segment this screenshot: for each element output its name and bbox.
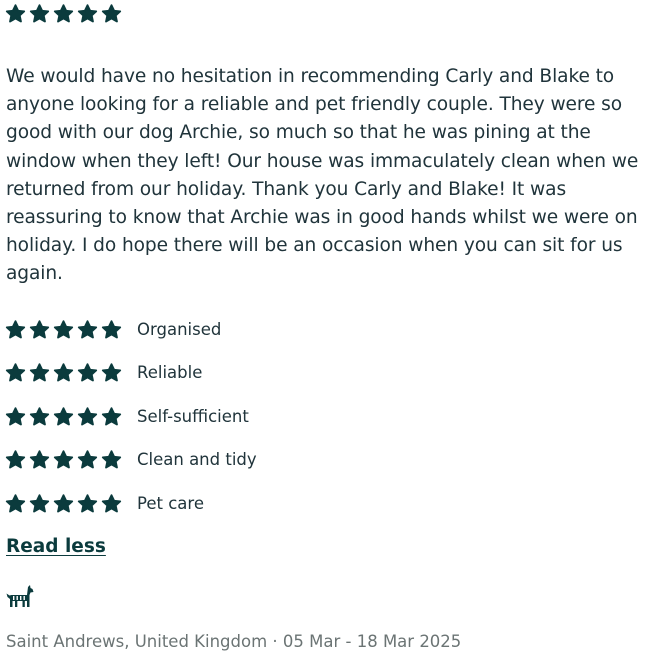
dog-icon bbox=[6, 585, 34, 609]
rating-stars bbox=[5, 319, 137, 340]
star-icon bbox=[5, 362, 26, 383]
star-icon bbox=[29, 493, 50, 514]
star-icon bbox=[101, 362, 122, 383]
star-icon bbox=[77, 493, 98, 514]
star-icon bbox=[101, 449, 122, 470]
star-icon bbox=[101, 493, 122, 514]
star-icon bbox=[29, 362, 50, 383]
overall-rating-stars bbox=[5, 3, 122, 24]
star-icon bbox=[5, 3, 26, 24]
rating-label: Clean and tidy bbox=[137, 450, 257, 470]
rating-label: Pet care bbox=[137, 493, 204, 513]
rating-stars bbox=[5, 449, 137, 470]
star-icon bbox=[77, 319, 98, 340]
star-icon bbox=[53, 362, 74, 383]
rating-row: Pet care bbox=[5, 492, 405, 514]
stay-location-and-dates: Saint Andrews, United Kingdom · 05 Mar -… bbox=[6, 632, 462, 651]
star-icon bbox=[77, 449, 98, 470]
star-icon bbox=[29, 449, 50, 470]
star-icon bbox=[29, 3, 50, 24]
star-icon bbox=[5, 449, 26, 470]
rating-stars bbox=[5, 493, 137, 514]
star-icon bbox=[101, 3, 122, 24]
rating-row: Organised bbox=[5, 318, 405, 340]
category-ratings: Organised Reliable Self-sufficient Clean an… bbox=[5, 318, 405, 536]
star-icon bbox=[101, 319, 122, 340]
star-icon bbox=[77, 362, 98, 383]
star-icon bbox=[53, 406, 74, 427]
star-icon bbox=[29, 319, 50, 340]
rating-stars bbox=[5, 362, 137, 383]
star-icon bbox=[53, 493, 74, 514]
read-less-link[interactable]: Read less bbox=[6, 536, 106, 557]
rating-row: Self-sufficient bbox=[5, 405, 405, 427]
rating-label: Reliable bbox=[137, 363, 203, 383]
star-icon bbox=[5, 493, 26, 514]
review-text: We would have no hesitation in recommend… bbox=[6, 66, 639, 285]
star-icon bbox=[5, 319, 26, 340]
star-icon bbox=[5, 406, 26, 427]
star-icon bbox=[77, 3, 98, 24]
star-icon bbox=[101, 406, 122, 427]
rating-row: Reliable bbox=[5, 362, 405, 384]
rating-stars bbox=[5, 406, 137, 427]
rating-label: Organised bbox=[137, 319, 222, 339]
star-icon bbox=[53, 449, 74, 470]
rating-row: Clean and tidy bbox=[5, 449, 405, 471]
star-icon bbox=[29, 406, 50, 427]
star-icon bbox=[53, 319, 74, 340]
star-icon bbox=[77, 406, 98, 427]
star-icon bbox=[53, 3, 74, 24]
rating-label: Self-sufficient bbox=[137, 406, 249, 426]
